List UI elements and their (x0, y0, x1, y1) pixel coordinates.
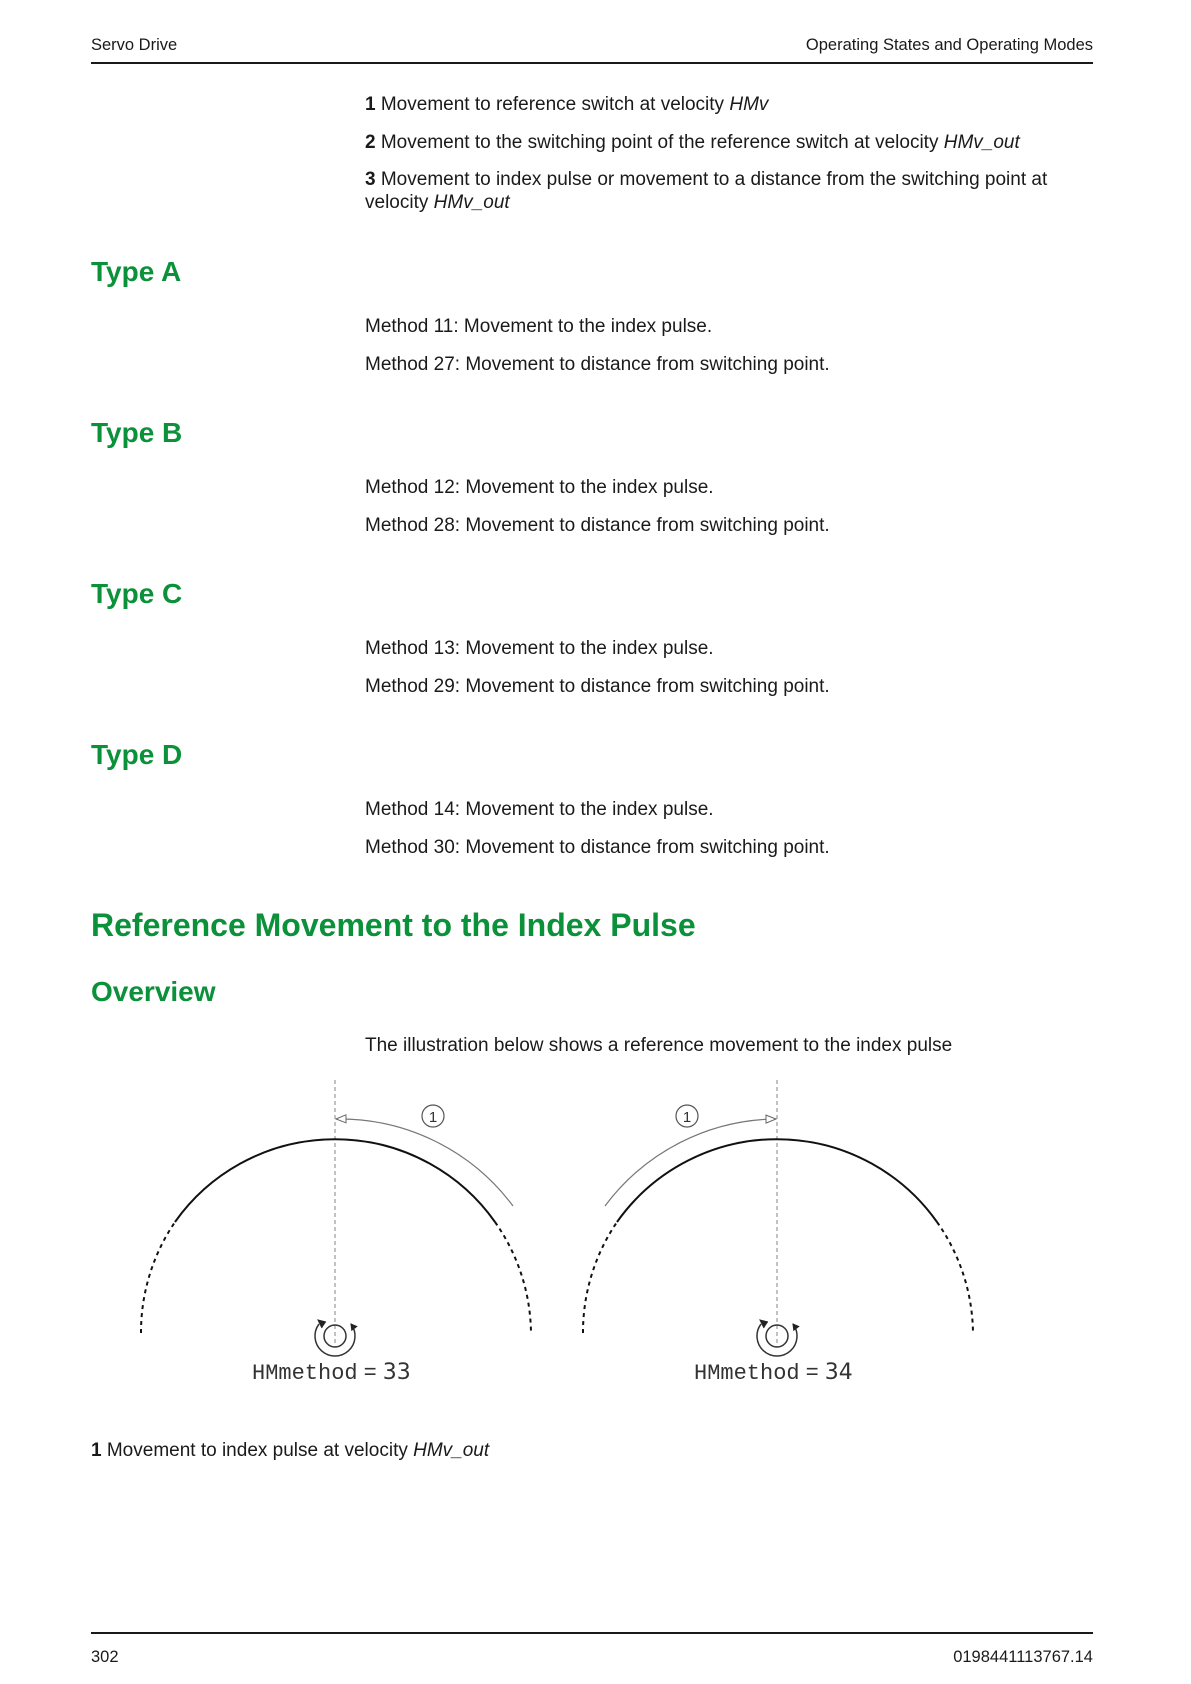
left-param: HMmethod (252, 1361, 358, 1386)
legend-num: 1 (365, 94, 376, 115)
right-rotation-icon (756, 1319, 800, 1357)
left-method-label: HMmethod = 33 (252, 1359, 411, 1386)
figure-caption: 1 Movement to index pulse at velocity HM… (91, 1440, 489, 1462)
legend-italic: HMv_out (433, 192, 510, 213)
legend-text: Movement to the switching point of the r… (380, 132, 944, 153)
right-dashed-arc-left (581, 1221, 618, 1334)
type-a-line-2: Method 27: Movement to distance from swi… (365, 354, 830, 375)
figure-svg: 1 1 (139, 1080, 974, 1357)
type-a-heading: Type A (91, 256, 182, 287)
left-dashed-arc-right (494, 1221, 532, 1334)
caption-italic: HMv_out (413, 1440, 490, 1461)
header-right: Operating States and Operating Modes (805, 36, 1093, 54)
legend-num: 2 (365, 132, 376, 153)
left-eq: = (357, 1359, 383, 1384)
left-value: 33 (382, 1360, 411, 1385)
right-eq: = (799, 1359, 825, 1384)
type-c-line-2: Method 29: Movement to distance from swi… (365, 676, 830, 697)
type-d-line-2: Method 30: Movement to distance from swi… (365, 837, 830, 858)
type-c-line-1: Method 13: Movement to the index pulse. (365, 638, 714, 659)
right-callout-num: 1 (683, 1109, 691, 1126)
legend-item-1: 1 Movement to reference switch at veloci… (365, 93, 1095, 116)
legend-item-3: 3 Movement to index pulse or movement to… (365, 168, 1085, 214)
subsection-title: Overview (91, 976, 216, 1007)
right-dashed-arc-right (936, 1221, 974, 1334)
legend-num: 3 (365, 169, 376, 190)
caption-text: Movement to index pulse at velocity (106, 1440, 414, 1461)
type-c-heading: Type C (91, 578, 183, 609)
right-diagram: 1 (581, 1080, 974, 1357)
type-b-line-1: Method 12: Movement to the index pulse. (365, 477, 714, 498)
type-d-line-1: Method 14: Movement to the index pulse. (365, 799, 714, 820)
intro-text: The illustration below shows a reference… (365, 1035, 953, 1056)
footer-rule (91, 1632, 1093, 1634)
left-callout-num: 1 (429, 1109, 437, 1126)
page-number: 302 (91, 1648, 119, 1666)
right-param: HMmethod (694, 1361, 800, 1386)
left-diagram: 1 (139, 1080, 532, 1357)
header-rule (91, 62, 1093, 64)
right-method-label: HMmethod = 34 (694, 1359, 853, 1386)
legend-italic: HMv_out (943, 132, 1020, 153)
index-pulse-figure: 1 1 HMmethod = 33 HMmethod = 34 (120, 1075, 1050, 1395)
legend-item-2: 2 Movement to the switching point of the… (365, 131, 1095, 154)
document-id: 0198441113767.14 (953, 1648, 1093, 1666)
type-b-line-2: Method 28: Movement to distance from swi… (365, 515, 830, 536)
left-dashed-arc-left (139, 1221, 176, 1334)
right-movement-arrow (604, 1119, 776, 1207)
type-d-heading: Type D (91, 739, 183, 770)
legend-italic: HMv (729, 94, 769, 115)
caption-num: 1 (91, 1440, 102, 1461)
right-value: 34 (824, 1360, 853, 1385)
section-title: Reference Movement to the Index Pulse (91, 907, 696, 943)
type-b-heading: Type B (91, 417, 183, 448)
left-movement-arrow (336, 1119, 514, 1207)
left-rotation-icon (314, 1319, 358, 1357)
header-left: Servo Drive (91, 36, 178, 54)
legend-text: Movement to reference switch at velocity (380, 94, 730, 115)
type-a-line-1: Method 11: Movement to the index pulse. (365, 316, 713, 337)
